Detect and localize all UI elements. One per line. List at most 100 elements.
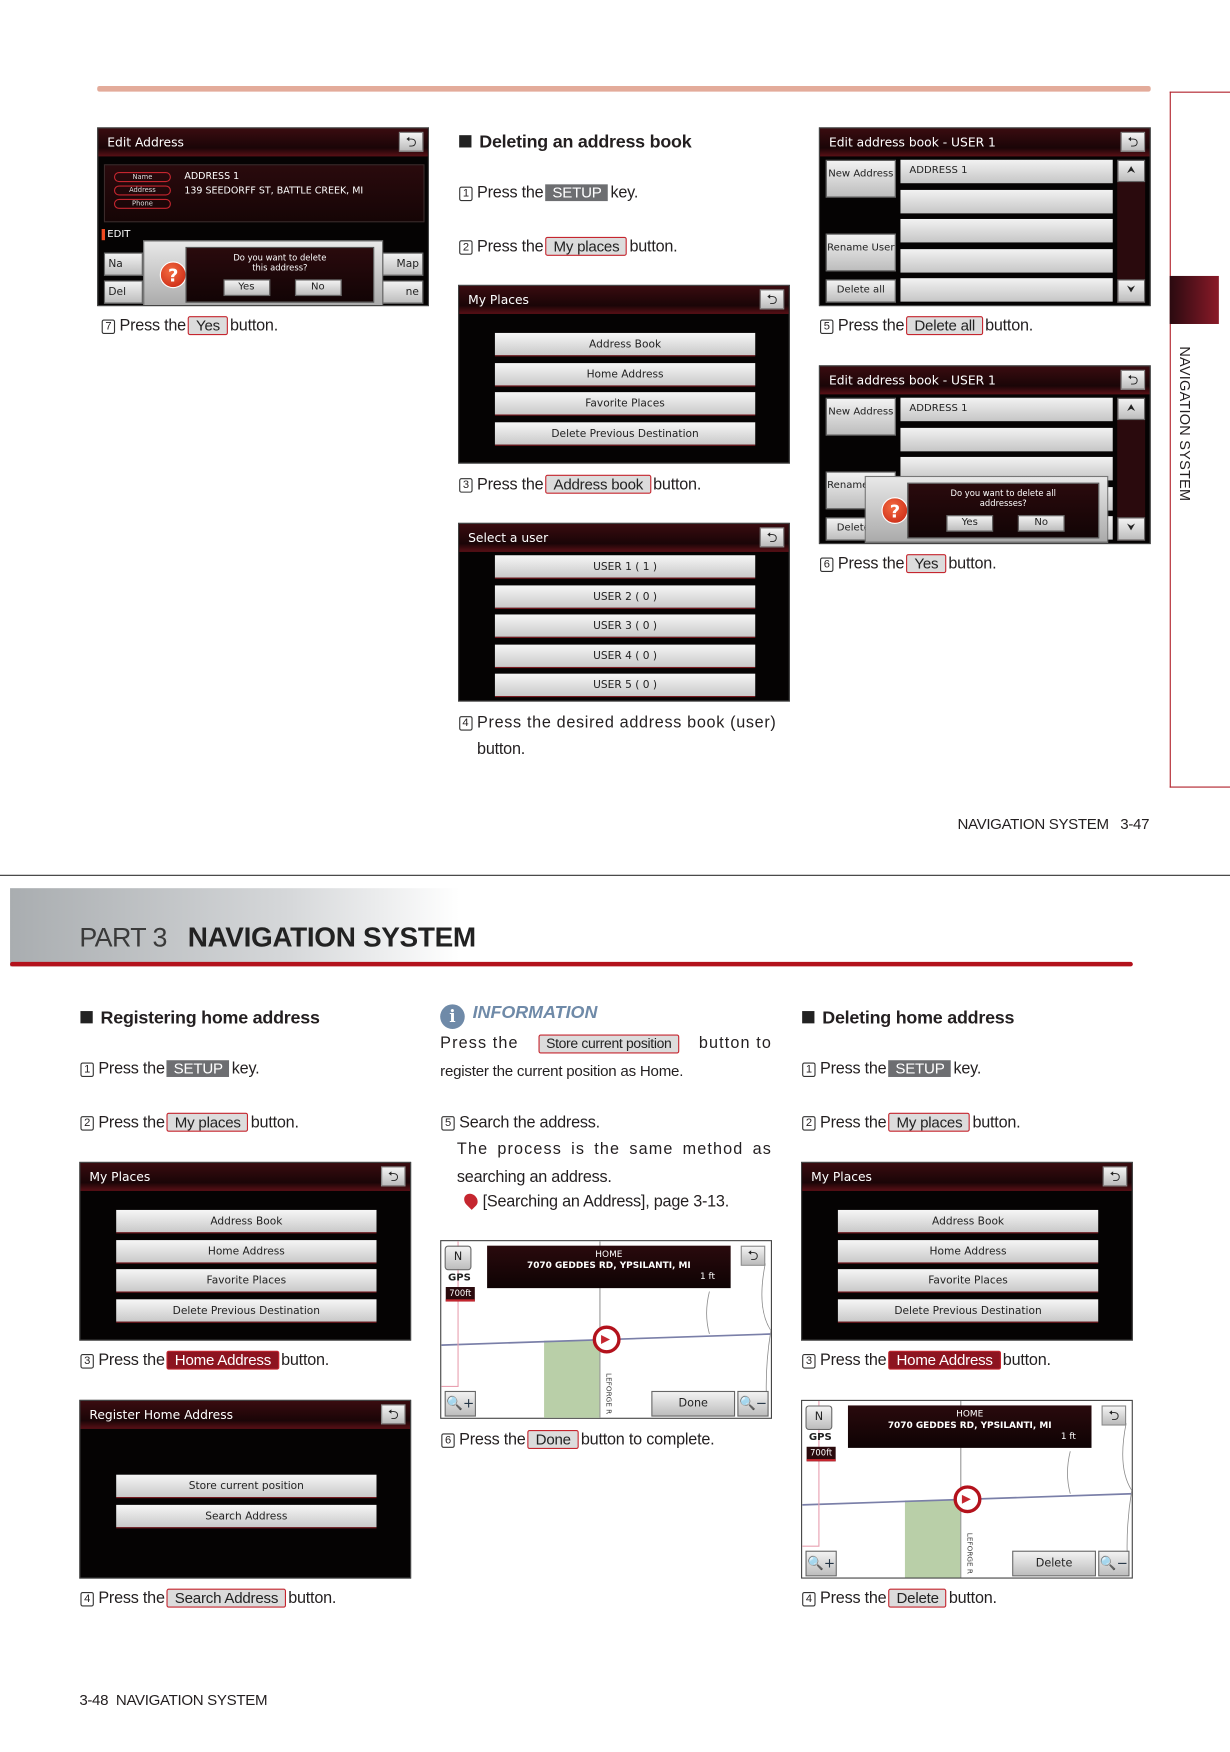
screen-title: Select a user <box>459 523 789 552</box>
address-row[interactable]: ADDRESS 1 <box>900 397 1113 422</box>
screen-map-delete: N GPS 700ft HOME 7070 GEDDES RD, YPSILANTI, … <box>801 1399 1133 1579</box>
step-text: Press the <box>477 475 544 494</box>
back-button[interactable]: ⮌ <box>398 131 424 152</box>
new-address-button[interactable]: New Address <box>825 159 896 198</box>
question-icon: ? <box>159 261 187 289</box>
reference-text[interactable]: [Searching an Address], page 3-13. <box>483 1193 730 1211</box>
partial-button[interactable]: Na <box>103 252 144 276</box>
back-button[interactable]: ⮌ <box>1120 369 1146 390</box>
menu-item[interactable]: Address Book <box>494 332 756 357</box>
menu-item[interactable]: Search Address <box>116 1504 377 1528</box>
yes-button[interactable]: Yes <box>946 515 994 532</box>
info-text-line2: register the current position as Home. <box>440 1062 684 1080</box>
step-text: Press the <box>477 184 544 203</box>
button-reference-yes: Yes <box>906 554 947 574</box>
compass-button[interactable]: N <box>805 1405 833 1431</box>
menu-item[interactable]: USER 5 ( 0 ) <box>494 673 756 698</box>
menu-item[interactable]: Favorite Places <box>494 392 756 416</box>
park-area <box>904 1500 961 1578</box>
menu-item[interactable]: Delete Previous Destination <box>116 1298 377 1323</box>
back-button[interactable]: ⮌ <box>380 1404 406 1425</box>
screen-edit-address-book: Edit address book - USER 1 ⮌ New Address Re… <box>818 127 1151 307</box>
no-button[interactable]: No <box>294 279 342 297</box>
rename-user-button[interactable]: Rename User <box>825 233 896 272</box>
address-row[interactable]: ADDRESS 1 <box>900 159 1113 184</box>
button-reference-home-address: Home Address <box>166 1350 279 1370</box>
step-text: Press the <box>820 1351 887 1370</box>
back-button[interactable]: ⮌ <box>759 289 785 310</box>
scroll-down-button[interactable]: ⮟ <box>1117 517 1146 541</box>
back-button[interactable]: ⮌ <box>1120 131 1146 152</box>
step-1: 1 Press the SETUP key. <box>80 1060 260 1079</box>
scroll-down-button[interactable]: ⮟ <box>1117 279 1146 303</box>
zoom-out-button[interactable]: 🔍− <box>1098 1550 1130 1577</box>
destination-label: HOME <box>956 1408 984 1419</box>
partial-button[interactable]: Del <box>103 280 144 304</box>
zoom-out-button[interactable]: 🔍− <box>737 1390 769 1417</box>
menu-item[interactable]: Delete Previous Destination <box>494 421 756 446</box>
menu-item[interactable]: USER 4 ( 0 ) <box>494 644 756 668</box>
part-title: NAVIGATION SYSTEM <box>187 921 476 953</box>
button-reference-delete-all: Delete all <box>906 316 983 336</box>
step-text: button. <box>948 1589 997 1608</box>
step-number: 3 <box>459 478 473 493</box>
reference-link[interactable]: [Searching an Address], page 3-13. <box>461 1190 730 1211</box>
menu-item[interactable]: Favorite Places <box>116 1269 377 1293</box>
information-heading: i INFORMATION <box>440 1003 597 1029</box>
button-reference-done: Done <box>527 1430 579 1450</box>
menu-item[interactable]: Favorite Places <box>837 1269 1099 1293</box>
menu-item[interactable]: Address Book <box>837 1209 1099 1234</box>
menu-item[interactable]: Home Address <box>116 1239 377 1263</box>
partial-button[interactable]: ne <box>382 280 424 304</box>
step-number: 1 <box>802 1062 816 1077</box>
step-text: button. <box>1002 1351 1051 1370</box>
info-text: Press the Store current position button to <box>440 1034 772 1054</box>
address-info-box: Name ADDRESS 1 Address 139 SEEDORFF ST, BAT… <box>103 164 425 223</box>
step-1: 1 Press the SETUP key. <box>459 184 638 202</box>
address-row[interactable] <box>900 248 1113 273</box>
menu-item[interactable]: USER 1 ( 1 ) <box>494 555 756 579</box>
info-title: INFORMATION <box>472 1003 598 1023</box>
back-button[interactable]: ⮌ <box>380 1166 406 1187</box>
done-button[interactable]: Done <box>651 1390 736 1417</box>
back-button[interactable]: ⮌ <box>740 1245 766 1266</box>
menu-item[interactable]: Delete Previous Destination <box>837 1298 1099 1323</box>
back-button[interactable]: ⮌ <box>759 527 785 548</box>
screen-title: My Places <box>459 286 789 314</box>
back-button[interactable]: ⮌ <box>1102 1166 1128 1187</box>
address-row[interactable] <box>900 218 1113 243</box>
address-row[interactable] <box>900 189 1113 213</box>
screen-register-home-address: Register Home Address ⮌ Store current posi… <box>79 1399 412 1579</box>
partial-button[interactable]: Map <box>382 252 424 276</box>
zoom-in-button[interactable]: 🔍+ <box>805 1550 837 1577</box>
new-address-button[interactable]: New Address <box>825 397 896 436</box>
page-footer-right: NAVIGATION SYSTEM 3-47 <box>957 816 1149 833</box>
menu-item[interactable]: USER 3 ( 0 ) <box>494 614 756 638</box>
back-button[interactable]: ⮌ <box>1101 1405 1127 1426</box>
menu-item[interactable]: Store current position <box>116 1474 377 1499</box>
zoom-in-button[interactable]: 🔍+ <box>444 1390 476 1417</box>
delete-all-button[interactable]: Delete all <box>825 279 896 303</box>
step-text: Press the <box>820 1589 887 1608</box>
step-text: Press the <box>98 1060 165 1079</box>
page-divider <box>0 874 1230 876</box>
menu-item[interactable]: Home Address <box>494 362 756 386</box>
menu-item[interactable]: Address Book <box>116 1209 377 1234</box>
yes-button[interactable]: Yes <box>222 279 270 297</box>
no-button[interactable]: No <box>1017 515 1065 532</box>
address-row[interactable] <box>900 427 1113 451</box>
scroll-up-button[interactable]: ⮝ <box>1117 397 1146 421</box>
button-reference-setup: SETUP <box>166 1060 230 1077</box>
part-label: PART 3 <box>79 922 167 953</box>
banner-red-rule <box>10 961 1133 967</box>
step-number: 2 <box>459 240 473 255</box>
delete-button[interactable]: Delete <box>1012 1550 1096 1577</box>
step-3: 3 Press the Home Address button. <box>802 1350 1051 1370</box>
address-row[interactable] <box>900 278 1113 302</box>
menu-item[interactable]: Home Address <box>837 1239 1099 1263</box>
scroll-up-button[interactable]: ⮝ <box>1117 159 1146 183</box>
compass-button[interactable]: N <box>444 1245 472 1271</box>
menu-item[interactable]: USER 2 ( 0 ) <box>494 584 756 609</box>
screen-my-places: My Places ⮌ Address Book Home Address Favori… <box>458 284 790 464</box>
park-area <box>544 1340 600 1418</box>
